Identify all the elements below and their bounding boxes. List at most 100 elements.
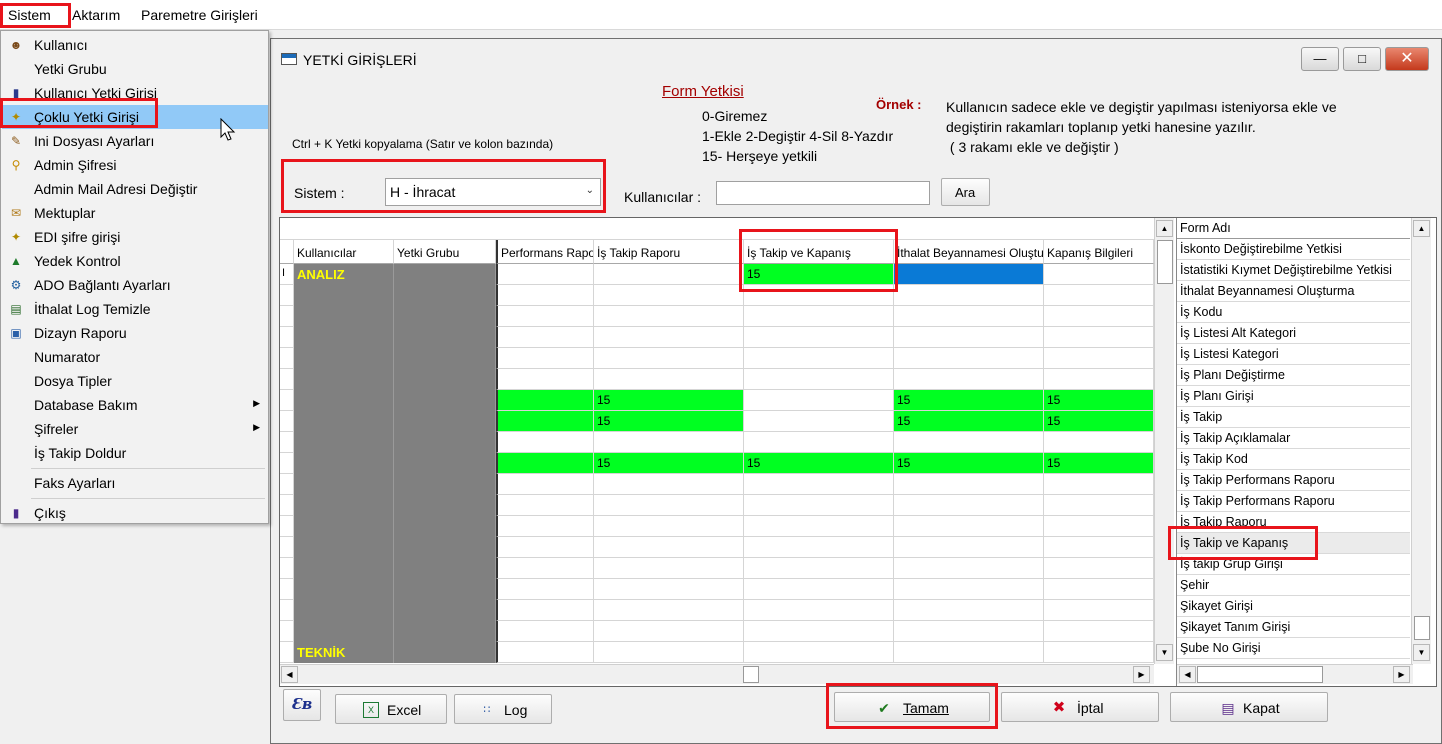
scroll-down-icon[interactable]: ▼ — [1413, 644, 1430, 661]
user-cell[interactable] — [294, 327, 394, 348]
grid-header-0[interactable]: Kullanıcılar — [294, 240, 394, 264]
permission-cell[interactable]: 15 — [894, 453, 1044, 474]
eb-button[interactable]: Ɛʙ — [283, 689, 321, 721]
menu-item-dosya-tipler[interactable]: Dosya Tipler — [2, 369, 268, 393]
group-cell[interactable] — [394, 390, 496, 411]
permission-cell[interactable] — [594, 432, 744, 453]
form-list-item[interactable]: Şube No Girişi — [1177, 638, 1410, 659]
permission-cell[interactable] — [1044, 621, 1154, 642]
row-indicator[interactable] — [280, 558, 294, 579]
permission-cell[interactable] — [1044, 285, 1154, 306]
form-list-item[interactable]: İş Takip Performans Raporu — [1177, 491, 1410, 512]
group-cell[interactable] — [394, 306, 496, 327]
permission-cell[interactable] — [894, 495, 1044, 516]
permission-cell[interactable] — [744, 579, 894, 600]
grid-vertical-scrollbar[interactable]: ▲ ▼ — [1154, 218, 1174, 664]
permission-cell[interactable] — [744, 285, 894, 306]
permission-cell[interactable] — [496, 474, 594, 495]
excel-button[interactable]: X Excel — [335, 694, 447, 724]
form-list-item[interactable]: Şikayet Tanım Girişi — [1177, 617, 1410, 638]
user-cell[interactable] — [294, 600, 394, 621]
permission-cell[interactable] — [894, 600, 1044, 621]
permission-cell[interactable] — [594, 327, 744, 348]
permission-cell[interactable]: 15 — [594, 411, 744, 432]
permission-cell[interactable] — [744, 516, 894, 537]
permission-cell[interactable] — [594, 600, 744, 621]
permission-cell[interactable] — [744, 621, 894, 642]
permission-cell[interactable] — [594, 621, 744, 642]
permission-cell[interactable] — [594, 579, 744, 600]
permission-cell[interactable]: 15 — [594, 390, 744, 411]
grid-horizontal-scrollbar[interactable]: ◀ ▶ — [280, 664, 1154, 684]
scroll-thumb[interactable] — [1414, 616, 1430, 640]
permission-cell[interactable] — [1044, 264, 1154, 285]
permission-cell[interactable] — [744, 411, 894, 432]
permission-cell[interactable] — [496, 600, 594, 621]
maximize-button[interactable]: □ — [1343, 47, 1381, 71]
menu-aktarim[interactable]: Aktarım — [72, 7, 120, 23]
user-cell[interactable] — [294, 390, 394, 411]
row-indicator[interactable] — [280, 369, 294, 390]
group-cell[interactable] — [394, 327, 496, 348]
row-indicator[interactable] — [280, 432, 294, 453]
user-cell[interactable] — [294, 516, 394, 537]
menu-parametre-girisleri[interactable]: Paremetre Girişleri — [141, 7, 258, 23]
permission-cell[interactable]: 15 — [594, 453, 744, 474]
permission-cell[interactable] — [594, 642, 744, 663]
kapat-button[interactable]: ▤ Kapat — [1170, 692, 1328, 722]
form-list-item[interactable]: İş Takip Performans Raporu — [1177, 470, 1410, 491]
permission-cell[interactable] — [1044, 495, 1154, 516]
permission-cell[interactable] — [1044, 642, 1154, 663]
user-cell[interactable] — [294, 348, 394, 369]
scroll-right-icon[interactable]: ▶ — [1133, 666, 1150, 683]
form-list-vertical-scrollbar[interactable]: ▲ ▼ — [1411, 218, 1431, 664]
permission-cell[interactable]: 15 — [894, 411, 1044, 432]
form-list-item[interactable]: İş Takip Açıklamalar — [1177, 428, 1410, 449]
scroll-up-icon[interactable]: ▲ — [1413, 220, 1430, 237]
permission-cell[interactable] — [594, 516, 744, 537]
permission-cell[interactable] — [496, 621, 594, 642]
user-cell[interactable] — [294, 369, 394, 390]
permission-cell[interactable] — [496, 327, 594, 348]
form-list-item[interactable]: İş Listesi Kategori — [1177, 344, 1410, 365]
permission-cell[interactable]: 15 — [744, 453, 894, 474]
permission-cell[interactable] — [894, 369, 1044, 390]
grid-header-6[interactable]: Kapanış Bilgileri — [1044, 240, 1154, 264]
row-indicator[interactable] — [280, 327, 294, 348]
permission-cell[interactable] — [496, 432, 594, 453]
form-list-item[interactable]: İş Kodu — [1177, 302, 1410, 323]
permission-cell[interactable] — [594, 537, 744, 558]
row-indicator[interactable] — [280, 495, 294, 516]
permission-cell[interactable] — [744, 558, 894, 579]
group-cell[interactable] — [394, 369, 496, 390]
form-list-item[interactable]: Şikayet Girişi — [1177, 596, 1410, 617]
permission-cell[interactable] — [744, 369, 894, 390]
row-indicator[interactable] — [280, 600, 294, 621]
iptal-button[interactable]: ✖ İptal — [1001, 692, 1159, 722]
hscroll-thumb[interactable] — [1197, 666, 1323, 683]
form-list-item[interactable]: İş takip Grup Girişi — [1177, 554, 1410, 575]
group-cell[interactable] — [394, 285, 496, 306]
user-cell[interactable] — [294, 285, 394, 306]
scroll-right-icon[interactable]: ▶ — [1393, 666, 1410, 683]
form-list-item[interactable]: İstatistiki Kıymet Değiştirebilme Yetkis… — [1177, 260, 1410, 281]
permission-cell[interactable] — [744, 600, 894, 621]
menu-item-yetki-grubu[interactable]: Yetki Grubu — [2, 57, 268, 81]
group-cell[interactable] — [394, 558, 496, 579]
menu-item-dizayn-raporu[interactable]: ▣ Dizayn Raporu — [2, 321, 268, 345]
menu-sistem[interactable]: Sistem — [8, 7, 51, 23]
group-cell[interactable] — [394, 411, 496, 432]
user-cell[interactable] — [294, 579, 394, 600]
form-list-item[interactable]: İthalat Beyannamesi Oluşturma — [1177, 281, 1410, 302]
menu-item-edi-ifre-giri-i[interactable]: ✦ EDI şifre girişi — [2, 225, 268, 249]
menu-item-kullan-c-yetki-giri-i[interactable]: ▮ Kullanıcı Yetki Girişi — [2, 81, 268, 105]
permission-cell[interactable] — [496, 516, 594, 537]
sistem-select[interactable]: H - İhracat ⌄ — [385, 178, 601, 206]
permission-cell[interactable] — [496, 453, 594, 474]
permission-cell[interactable] — [496, 537, 594, 558]
permission-cell[interactable] — [594, 558, 744, 579]
menu-item-kullan-c[interactable]: ☻ Kullanıcı — [2, 33, 268, 57]
user-cell[interactable]: TEKNİK — [294, 642, 394, 663]
menu-item-ifreler[interactable]: Şifreler ▶ — [2, 417, 268, 441]
permission-cell[interactable]: 15 — [1044, 390, 1154, 411]
